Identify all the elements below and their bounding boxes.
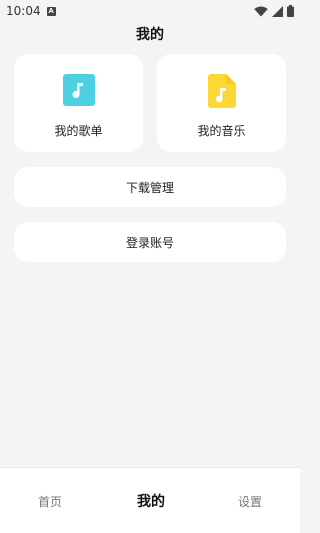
status-time: 10:04 [6,4,41,18]
battery-icon [287,5,294,17]
my-playlist-card[interactable]: 我的歌单 [14,54,143,152]
login-account-button[interactable]: 登录账号 [14,222,286,262]
download-manager-label: 下载管理 [125,180,174,195]
status-bar: 10:04 A [0,0,300,22]
nav-home-tab[interactable]: 首页 [38,493,62,510]
signal-icon [272,5,283,17]
my-music-label: 我的音乐 [197,124,246,138]
music-file-icon [207,74,236,108]
my-playlist-label: 我的歌单 [54,124,103,138]
nav-mine-tab[interactable]: 我的 [137,491,165,511]
bottom-nav: 首页 我的 设置 [0,467,300,533]
wifi-icon [254,6,268,16]
login-account-label: 登录账号 [125,235,174,250]
nav-settings-tab[interactable]: 设置 [238,493,262,510]
a-icon: A [46,6,56,16]
my-music-card[interactable]: 我的音乐 [157,54,286,152]
download-manager-button[interactable]: 下载管理 [14,167,286,207]
page-title: 我的 [136,27,164,43]
music-note-icon [62,74,95,106]
